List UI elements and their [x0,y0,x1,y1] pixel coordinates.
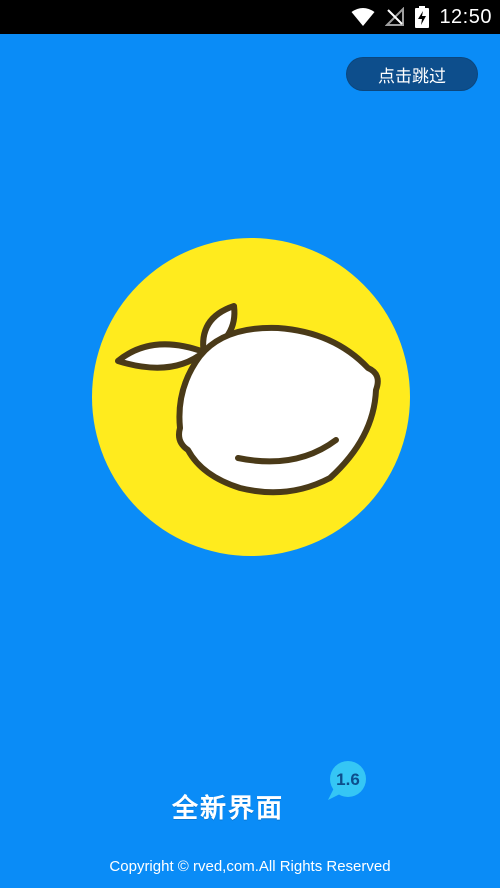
lemon-icon [92,238,410,556]
wifi-icon [351,8,375,26]
no-signal-icon [385,7,405,26]
brand-block: 全新界面 1.6 [0,760,500,830]
version-badge: 1.6 [326,760,370,804]
skip-button[interactable]: 点击跳过 [346,57,478,91]
battery-charging-icon [415,6,430,28]
app-logo [92,238,410,556]
copyright-text: Copyright © rved,com.All Rights Reserved [109,858,391,875]
status-icons: 12:50 [351,0,492,34]
status-bar: 12:50 [0,0,500,34]
brand-title: 全新界面 [172,794,285,824]
status-time: 12:50 [439,5,492,28]
version-number: 1.6 [336,770,360,789]
